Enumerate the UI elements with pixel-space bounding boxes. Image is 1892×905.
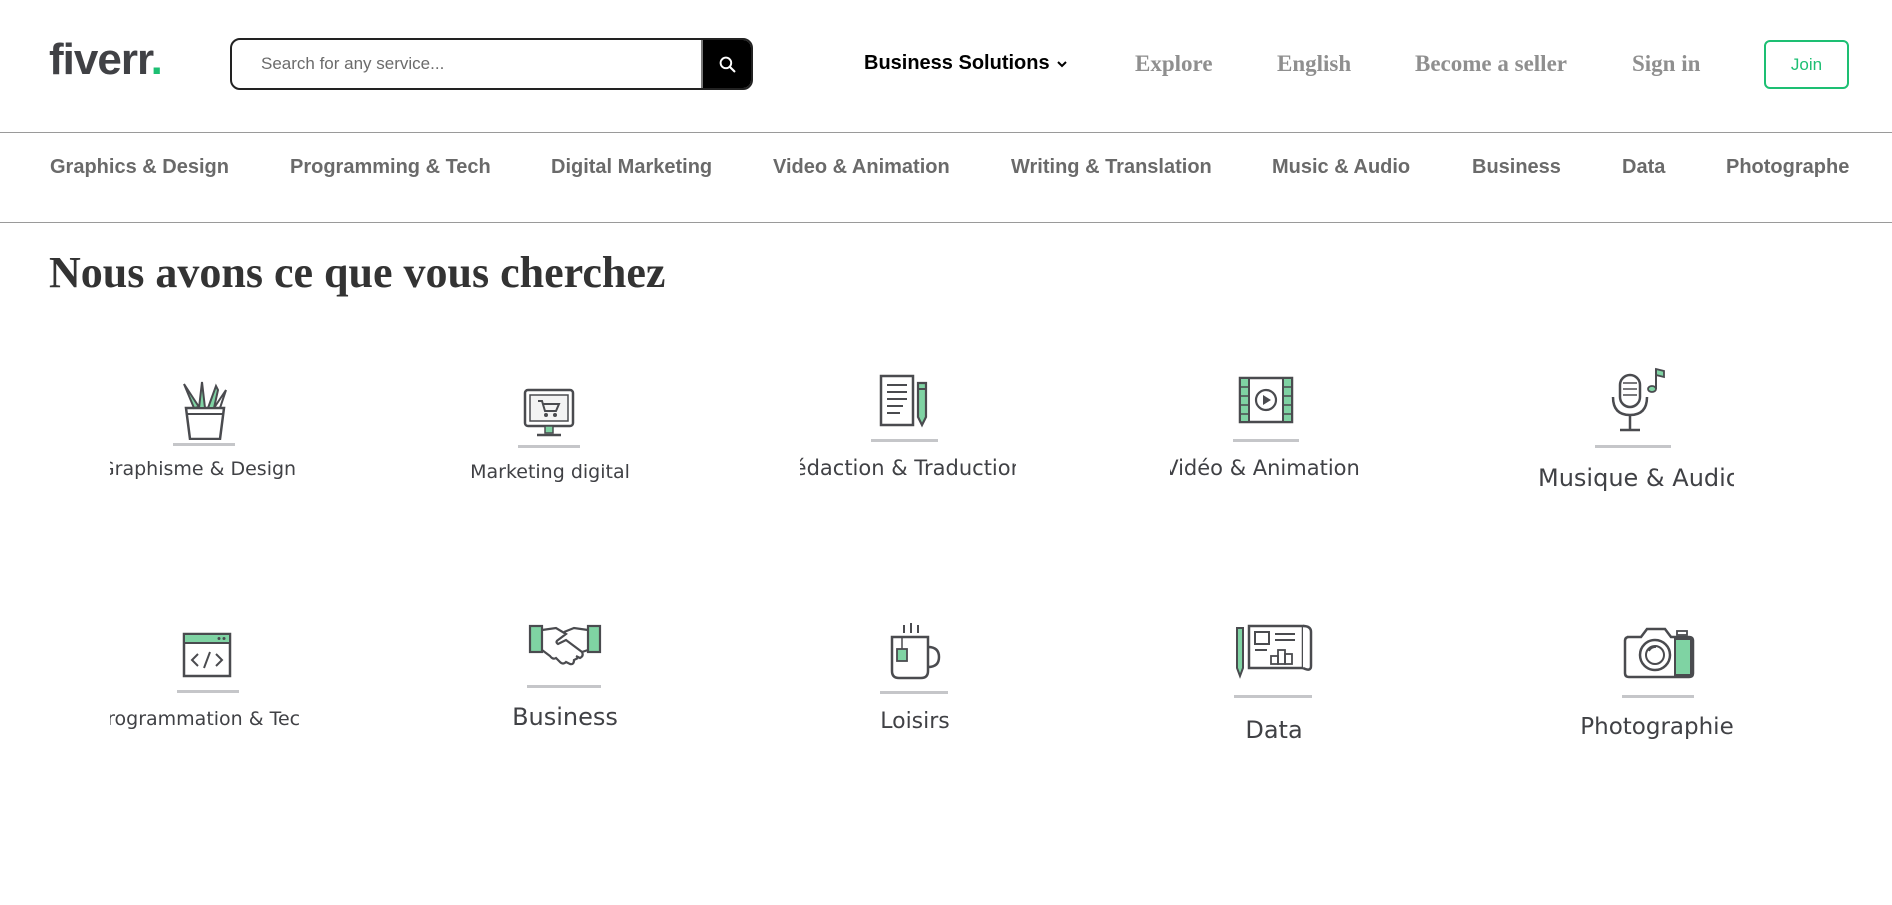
tile-label: Graphisme & Design: [110, 458, 297, 480]
tile-underline: [1595, 445, 1671, 448]
tile-underline: [880, 691, 948, 694]
tile-underline: [518, 445, 580, 448]
pencil-cup-icon: [183, 381, 227, 440]
category-digital-marketing[interactable]: Digital Marketing: [551, 156, 712, 179]
tile-photographie[interactable]: Photographie: [1560, 610, 1760, 750]
category-clip: [1852, 133, 1892, 222]
join-button[interactable]: Join: [1764, 40, 1849, 89]
become-seller-link[interactable]: Become a seller: [1415, 51, 1567, 77]
tile-data[interactable]: Data: [1200, 610, 1350, 750]
top-header: fiverr. Business Solutions Explore Engli…: [0, 0, 1892, 133]
tile-label: Musique & Audio: [1538, 464, 1734, 492]
tile-programmation-tech[interactable]: Programmation & Tech: [100, 620, 310, 740]
tile-underline: [173, 443, 235, 446]
category-programming-tech[interactable]: Programming & Tech: [290, 156, 491, 179]
document-pen-icon: [879, 374, 928, 428]
search-bar: [230, 38, 753, 90]
tile-graphisme-design[interactable]: Graphisme & Design: [100, 370, 310, 490]
category-graphics-design[interactable]: Graphics & Design: [50, 156, 229, 179]
tile-underline: [177, 690, 239, 693]
tile-marketing-digital[interactable]: Marketing digital: [460, 370, 640, 490]
category-photography[interactable]: Photographe: [1726, 156, 1849, 179]
category-menu: Graphics & Design Programming & Tech Dig…: [0, 133, 1892, 223]
business-solutions-label: Business Solutions: [864, 52, 1050, 74]
tile-label: Marketing digital: [470, 461, 630, 483]
fiverr-logo[interactable]: fiverr.: [49, 38, 163, 82]
search-button[interactable]: [701, 40, 751, 88]
explore-link[interactable]: Explore: [1135, 51, 1213, 77]
tile-musique-audio[interactable]: Musique & Audio: [1520, 360, 1740, 500]
chevron-down-icon: [1056, 60, 1067, 67]
tile-video-animation[interactable]: Vidéo & Animation: [1160, 370, 1370, 490]
language-link[interactable]: English: [1277, 51, 1351, 77]
search-input[interactable]: [232, 40, 701, 88]
business-solutions-menu[interactable]: Business Solutions: [864, 52, 1068, 75]
tile-business[interactable]: Business: [470, 610, 660, 740]
tile-label: Business: [512, 703, 618, 731]
search-icon: [719, 56, 735, 72]
monitor-cart-icon: [523, 388, 575, 437]
handshake-icon: [528, 624, 602, 666]
camera-icon: [1623, 627, 1695, 679]
tile-loisirs[interactable]: Loisirs: [840, 615, 990, 740]
tea-mug-icon: [890, 623, 941, 680]
tile-underline: [1622, 695, 1694, 698]
tile-underline: [1233, 439, 1299, 442]
tile-underline: [527, 685, 601, 688]
tile-underline: [1234, 695, 1312, 698]
tile-label: Photographie: [1580, 714, 1734, 740]
tile-label: Programmation & Tech: [110, 708, 300, 730]
sign-in-link[interactable]: Sign in: [1632, 51, 1700, 77]
code-window-icon: [182, 632, 232, 678]
page-title: Nous avons ce que vous cherchez: [49, 248, 666, 297]
category-writing-translation[interactable]: Writing & Translation: [1011, 156, 1212, 179]
microphone-note-icon: [1611, 367, 1665, 432]
tile-label: Rédaction & Traduction: [800, 456, 1016, 480]
tile-label: Loisirs: [880, 709, 950, 734]
tile-label: Vidéo & Animation: [1170, 456, 1360, 480]
tile-underline: [871, 439, 938, 442]
chart-board-icon: [1236, 624, 1313, 679]
category-music-audio[interactable]: Music & Audio: [1272, 156, 1410, 179]
category-business[interactable]: Business: [1472, 156, 1561, 179]
category-data[interactable]: Data: [1622, 156, 1665, 179]
film-play-icon: [1238, 376, 1294, 424]
category-video-animation[interactable]: Video & Animation: [773, 156, 950, 179]
tile-label: Data: [1245, 716, 1303, 744]
tile-redaction-traduction[interactable]: Rédaction & Traduction: [800, 370, 1020, 490]
